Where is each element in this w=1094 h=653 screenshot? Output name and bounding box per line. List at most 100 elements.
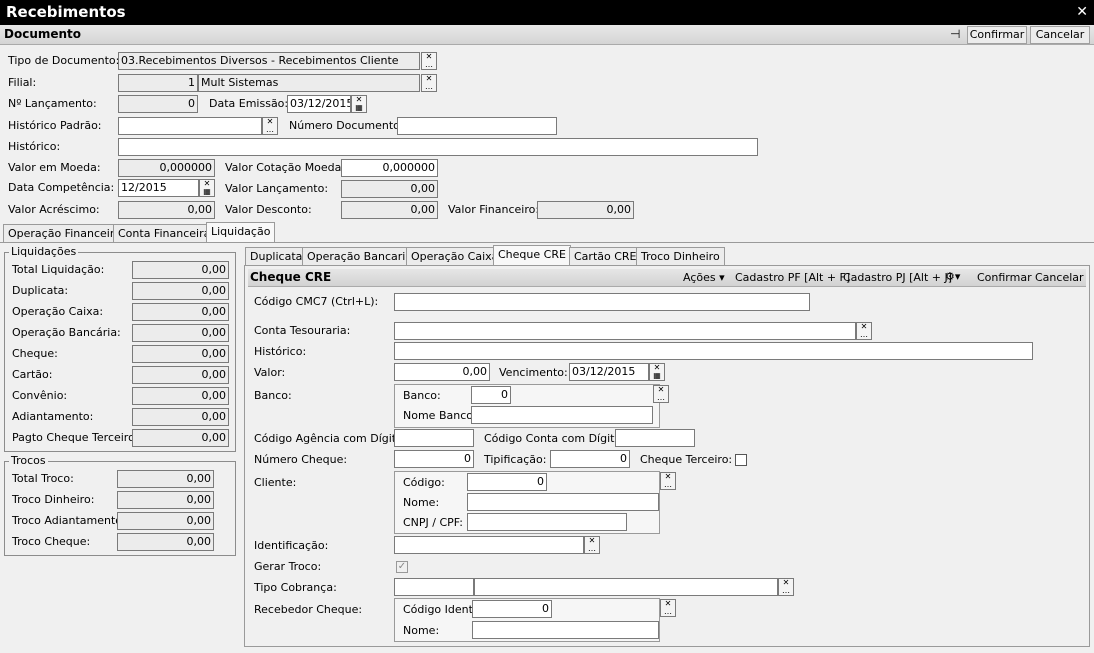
valor-lancamento-label: Valor Lançamento:: [225, 182, 329, 195]
filial-code-field[interactable]: 1: [118, 74, 198, 92]
cliente-cnpj-label: CNPJ / CPF:: [403, 516, 463, 529]
agencia-label: Código Agência com Dígito:: [254, 432, 407, 445]
cliente-codigo-label: Código:: [403, 476, 445, 489]
conta-field[interactable]: [615, 429, 695, 447]
banco-lookup-button[interactable]: ✕…: [653, 385, 669, 403]
conta-tesouraria-label: Conta Tesouraria:: [254, 324, 351, 337]
tab-cartao-cre[interactable]: Cartão CRE: [569, 247, 642, 265]
liquidacoes-row-value: 0,00: [132, 282, 229, 300]
numero-documento-label: Número Documento:: [289, 119, 404, 132]
cliente-lookup-button[interactable]: ✕…: [660, 472, 676, 490]
lancamento-label: Nº Lançamento:: [8, 97, 97, 110]
confirm-button[interactable]: Confirmar: [967, 26, 1027, 44]
banco-label: Banco:: [254, 389, 292, 402]
cadastro-pf-button[interactable]: Cadastro PF [Alt + F]: [735, 271, 850, 284]
numero-cheque-label: Número Cheque:: [254, 453, 348, 466]
conta-tesouraria-lookup-button[interactable]: ✕…: [856, 322, 872, 340]
data-emissao-label: Data Emissão:: [209, 97, 289, 110]
recebedor-label: Recebedor Cheque:: [254, 603, 363, 616]
cheque-cancel-button[interactable]: Cancelar: [1035, 271, 1084, 284]
filial-name-field: Mult Sistemas: [198, 74, 420, 92]
acoes-menu[interactable]: Ações ▾: [683, 271, 725, 284]
identificacao-field[interactable]: [394, 536, 584, 554]
calendar-vencimento-icon[interactable]: ✕ ▦: [649, 363, 665, 381]
tab-operacao-bancaria[interactable]: Operação Bancaria: [302, 247, 418, 265]
trocos-row-label: Troco Adiantamento:: [12, 514, 126, 527]
trocos-row-label: Troco Cheque:: [12, 535, 91, 548]
tipo-cobranca-code-field[interactable]: [394, 578, 474, 596]
lancamento-field: 0: [118, 95, 198, 113]
cheque-historico-label: Histórico:: [254, 345, 307, 358]
cheque-historico-field[interactable]: [394, 342, 1033, 360]
agencia-field[interactable]: [394, 429, 474, 447]
calendar-icon[interactable]: ✕ ▦: [351, 95, 367, 113]
valor-moeda-label: Valor em Moeda:: [8, 161, 101, 174]
numero-cheque-field[interactable]: 0: [394, 450, 474, 468]
identificacao-lookup-button[interactable]: ✕…: [584, 536, 600, 554]
recebedor-nome-field[interactable]: [472, 621, 659, 639]
tipo-cobranca-label: Tipo Cobrança:: [254, 581, 337, 594]
close-icon[interactable]: ✕: [1076, 0, 1088, 25]
trocos-row-value: 0,00: [117, 533, 214, 551]
nome-banco-field[interactable]: [471, 406, 653, 424]
valor-lancamento-field: 0,00: [341, 180, 438, 198]
gerar-troco-label: Gerar Troco:: [254, 560, 322, 573]
numero-documento-field[interactable]: [397, 117, 557, 135]
trocos-title: Trocos: [9, 454, 48, 467]
tab-troco-dinheiro[interactable]: Troco Dinheiro: [636, 247, 725, 265]
data-competencia-field[interactable]: 12/2015: [118, 179, 199, 197]
nome-banco-label: Nome Banco:: [403, 409, 477, 422]
trocos-row-label: Troco Dinheiro:: [12, 493, 95, 506]
liquidacoes-row-value: 0,00: [132, 345, 229, 363]
window-title: Recebimentos: [6, 3, 126, 21]
cancel-button[interactable]: Cancelar: [1030, 26, 1090, 44]
gear-icon[interactable]: ⚙▾: [945, 270, 960, 283]
filial-lookup-button[interactable]: ✕…: [421, 74, 437, 92]
valor-acrescimo-field: 0,00: [118, 201, 215, 219]
valor-field[interactable]: 0,00: [394, 363, 490, 381]
cliente-codigo-field[interactable]: 0: [467, 473, 547, 491]
historico-padrao-label: Histórico Padrão:: [8, 119, 102, 132]
cheque-confirm-button[interactable]: Confirmar: [977, 271, 1032, 284]
historico-padrao-field[interactable]: [118, 117, 262, 135]
recebedor-codigo-field[interactable]: 0: [472, 600, 552, 618]
tab-duplicata[interactable]: Duplicata: [245, 247, 308, 265]
historico-field[interactable]: [118, 138, 758, 156]
data-emissao-field[interactable]: 03/12/2015: [287, 95, 351, 113]
cmc7-label: Código CMC7 (Ctrl+L):: [254, 295, 379, 308]
gerar-troco-checkbox[interactable]: ✓: [396, 561, 408, 573]
tab-conta-financeira[interactable]: Conta Financeira: [113, 224, 216, 242]
liquidacoes-title: Liquidações: [9, 245, 79, 258]
vencimento-field[interactable]: 03/12/2015: [569, 363, 649, 381]
tab-cheque-cre[interactable]: Cheque CRE: [493, 245, 571, 265]
liquidacoes-row-label: Cartão:: [12, 368, 53, 381]
tab-liquidacao[interactable]: Liquidação: [206, 222, 276, 242]
recebedor-lookup-button[interactable]: ✕…: [660, 599, 676, 617]
banco-code-field[interactable]: 0: [471, 386, 511, 404]
liquidacoes-row-label: Pagto Cheque Terceiro:: [12, 431, 139, 444]
trocos-row-value: 0,00: [117, 491, 214, 509]
tab-operacao-caixa[interactable]: Operação Caixa: [406, 247, 504, 265]
valor-label: Valor:: [254, 366, 286, 379]
historico-padrao-lookup-button[interactable]: ✕…: [262, 117, 278, 135]
valor-desconto-label: Valor Desconto:: [225, 203, 312, 216]
cadastro-pj-button[interactable]: Cadastro PJ [Alt + J]: [843, 271, 952, 284]
cmc7-field[interactable]: [394, 293, 810, 311]
conta-tesouraria-field[interactable]: [394, 322, 856, 340]
calendar-competencia-icon[interactable]: ✕ ▦: [199, 179, 215, 197]
window-title-bar: Recebimentos ✕: [0, 0, 1094, 25]
tab-operacao-financeira[interactable]: Operação Financeira: [3, 224, 127, 242]
tipo-documento-label: Tipo de Documento:: [8, 54, 120, 67]
vencimento-label: Vencimento:: [499, 366, 568, 379]
cliente-nome-field[interactable]: [467, 493, 659, 511]
cliente-cnpj-field[interactable]: [467, 513, 627, 531]
cheque-terceiro-checkbox[interactable]: [735, 454, 747, 466]
cliente-label: Cliente:: [254, 476, 297, 489]
liquidacoes-row-label: Adiantamento:: [12, 410, 94, 423]
valor-cotacao-field[interactable]: 0,000000: [341, 159, 438, 177]
tipo-cobranca-lookup-button[interactable]: ✕…: [778, 578, 794, 596]
tipificacao-field[interactable]: 0: [550, 450, 630, 468]
pin-icon[interactable]: ⊣: [950, 27, 960, 41]
tipo-documento-lookup-button[interactable]: ✕…: [421, 52, 437, 70]
tipo-documento-field[interactable]: 03.Recebimentos Diversos - Recebimentos …: [118, 52, 420, 70]
